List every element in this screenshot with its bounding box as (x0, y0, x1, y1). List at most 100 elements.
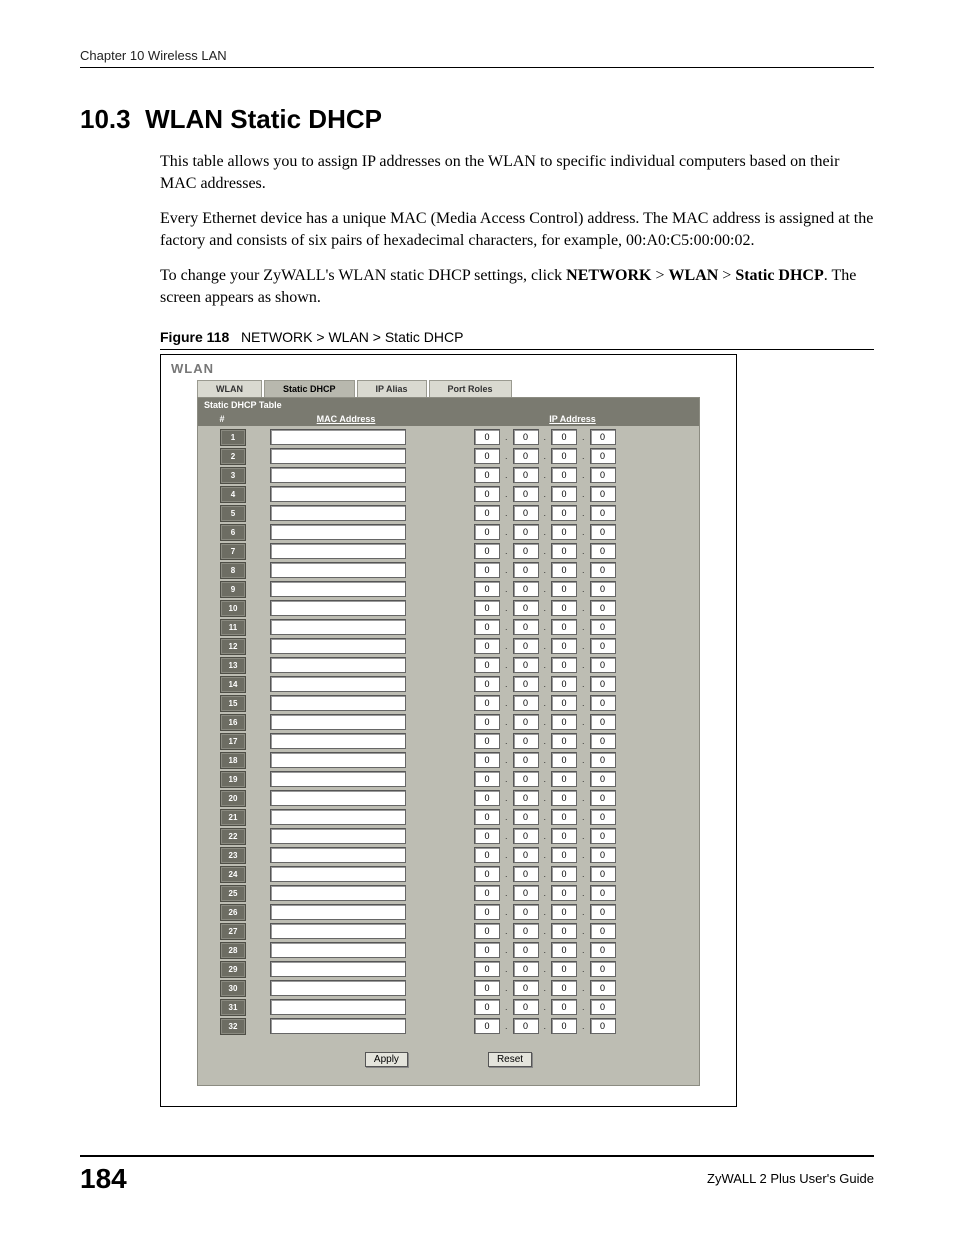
ip-octet-input[interactable] (590, 448, 616, 464)
ip-octet-input[interactable] (513, 885, 539, 901)
ip-octet-input[interactable] (590, 562, 616, 578)
mac-address-input[interactable] (270, 486, 406, 502)
ip-octet-input[interactable] (513, 543, 539, 559)
ip-octet-input[interactable] (513, 467, 539, 483)
ip-octet-input[interactable] (551, 904, 577, 920)
ip-octet-input[interactable] (590, 790, 616, 806)
ip-octet-input[interactable] (551, 942, 577, 958)
mac-address-input[interactable] (270, 923, 406, 939)
ip-octet-input[interactable] (513, 657, 539, 673)
ip-octet-input[interactable] (551, 714, 577, 730)
ip-octet-input[interactable] (474, 961, 500, 977)
ip-octet-input[interactable] (474, 448, 500, 464)
ip-octet-input[interactable] (474, 524, 500, 540)
ip-octet-input[interactable] (551, 885, 577, 901)
ip-octet-input[interactable] (551, 486, 577, 502)
ip-octet-input[interactable] (551, 657, 577, 673)
mac-address-input[interactable] (270, 581, 406, 597)
ip-octet-input[interactable] (513, 961, 539, 977)
ip-octet-input[interactable] (474, 885, 500, 901)
ip-octet-input[interactable] (513, 847, 539, 863)
ip-octet-input[interactable] (474, 923, 500, 939)
ip-octet-input[interactable] (474, 543, 500, 559)
ip-octet-input[interactable] (474, 714, 500, 730)
ip-octet-input[interactable] (474, 562, 500, 578)
ip-octet-input[interactable] (551, 524, 577, 540)
ip-octet-input[interactable] (474, 581, 500, 597)
ip-octet-input[interactable] (474, 771, 500, 787)
ip-octet-input[interactable] (551, 600, 577, 616)
ip-octet-input[interactable] (474, 999, 500, 1015)
ip-octet-input[interactable] (513, 638, 539, 654)
ip-octet-input[interactable] (513, 828, 539, 844)
ip-octet-input[interactable] (590, 866, 616, 882)
ip-octet-input[interactable] (474, 847, 500, 863)
mac-address-input[interactable] (270, 714, 406, 730)
ip-octet-input[interactable] (551, 467, 577, 483)
ip-octet-input[interactable] (474, 828, 500, 844)
mac-address-input[interactable] (270, 448, 406, 464)
mac-address-input[interactable] (270, 429, 406, 445)
ip-octet-input[interactable] (551, 771, 577, 787)
ip-octet-input[interactable] (474, 600, 500, 616)
ip-octet-input[interactable] (590, 486, 616, 502)
mac-address-input[interactable] (270, 733, 406, 749)
tab-static-dhcp[interactable]: Static DHCP (264, 380, 355, 397)
mac-address-input[interactable] (270, 562, 406, 578)
ip-octet-input[interactable] (551, 752, 577, 768)
ip-octet-input[interactable] (513, 486, 539, 502)
ip-octet-input[interactable] (474, 942, 500, 958)
ip-octet-input[interactable] (590, 543, 616, 559)
ip-octet-input[interactable] (513, 733, 539, 749)
mac-address-input[interactable] (270, 866, 406, 882)
ip-octet-input[interactable] (590, 695, 616, 711)
mac-address-input[interactable] (270, 790, 406, 806)
ip-octet-input[interactable] (590, 524, 616, 540)
ip-octet-input[interactable] (513, 1018, 539, 1034)
ip-octet-input[interactable] (590, 904, 616, 920)
ip-octet-input[interactable] (474, 638, 500, 654)
ip-octet-input[interactable] (474, 619, 500, 635)
mac-address-input[interactable] (270, 771, 406, 787)
ip-octet-input[interactable] (474, 486, 500, 502)
ip-octet-input[interactable] (551, 448, 577, 464)
ip-octet-input[interactable] (590, 733, 616, 749)
ip-octet-input[interactable] (474, 695, 500, 711)
ip-octet-input[interactable] (513, 448, 539, 464)
tab-ip-alias[interactable]: IP Alias (357, 380, 427, 397)
ip-octet-input[interactable] (590, 752, 616, 768)
ip-octet-input[interactable] (590, 638, 616, 654)
mac-address-input[interactable] (270, 828, 406, 844)
ip-octet-input[interactable] (551, 866, 577, 882)
ip-octet-input[interactable] (590, 847, 616, 863)
tab-port-roles[interactable]: Port Roles (429, 380, 512, 397)
ip-octet-input[interactable] (551, 581, 577, 597)
ip-octet-input[interactable] (513, 866, 539, 882)
ip-octet-input[interactable] (474, 752, 500, 768)
ip-octet-input[interactable] (590, 581, 616, 597)
ip-octet-input[interactable] (590, 429, 616, 445)
ip-octet-input[interactable] (551, 619, 577, 635)
mac-address-input[interactable] (270, 505, 406, 521)
ip-octet-input[interactable] (590, 980, 616, 996)
ip-octet-input[interactable] (551, 562, 577, 578)
mac-address-input[interactable] (270, 657, 406, 673)
ip-octet-input[interactable] (590, 828, 616, 844)
ip-octet-input[interactable] (590, 714, 616, 730)
ip-octet-input[interactable] (513, 714, 539, 730)
mac-address-input[interactable] (270, 904, 406, 920)
ip-octet-input[interactable] (513, 600, 539, 616)
mac-address-input[interactable] (270, 524, 406, 540)
ip-octet-input[interactable] (551, 543, 577, 559)
ip-octet-input[interactable] (551, 999, 577, 1015)
ip-octet-input[interactable] (590, 923, 616, 939)
ip-octet-input[interactable] (551, 828, 577, 844)
ip-octet-input[interactable] (474, 657, 500, 673)
mac-address-input[interactable] (270, 619, 406, 635)
ip-octet-input[interactable] (551, 733, 577, 749)
ip-octet-input[interactable] (590, 961, 616, 977)
ip-octet-input[interactable] (590, 809, 616, 825)
mac-address-input[interactable] (270, 543, 406, 559)
ip-octet-input[interactable] (590, 467, 616, 483)
ip-octet-input[interactable] (513, 619, 539, 635)
